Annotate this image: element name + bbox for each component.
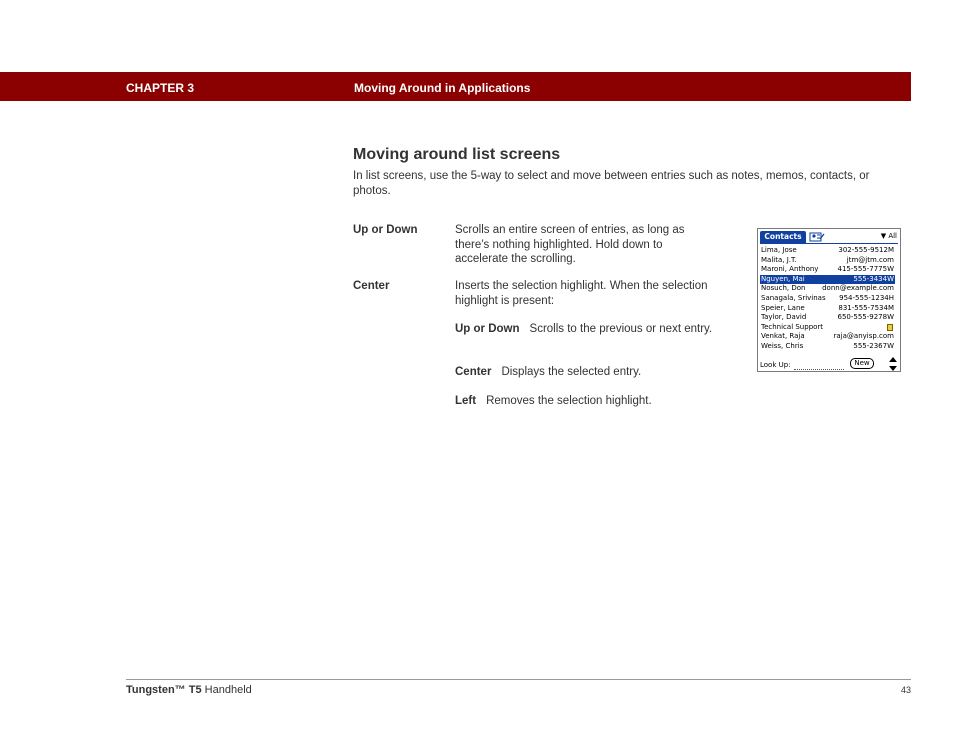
subitem-center: Center Displays the selected entry. xyxy=(455,365,715,380)
contact-detail: raja@anyisp.com xyxy=(833,332,894,341)
subitem-desc: Displays the selected entry. xyxy=(501,366,642,378)
contact-detail: 555-2367W xyxy=(853,342,894,350)
subitem-left: Left Removes the selection highlight. xyxy=(455,394,715,409)
contact-detail: 954-555-1234H xyxy=(839,294,894,302)
contact-name: Maroni, Anthony xyxy=(761,265,819,274)
term-up-or-down: Up or Down xyxy=(353,224,418,236)
contact-name: Lima, Jose xyxy=(761,246,797,254)
contact-row: Taylor, David 650-555-9278W xyxy=(760,313,895,323)
contact-row: Technical Support xyxy=(760,323,895,333)
contact-name: Nguyen, Mai xyxy=(761,274,805,283)
contact-detail: 650-555-9278W xyxy=(837,313,894,322)
desc-up-or-down: Scrolls an entire screen of entries, as … xyxy=(455,224,685,265)
subitem-term: Left xyxy=(455,395,477,407)
contact-name: Sanagala, Srivinas xyxy=(761,294,826,302)
subitem-term: Center xyxy=(455,366,492,378)
contact-name: Nosuch, Don xyxy=(761,284,806,293)
chapter-title: Moving Around in Applications xyxy=(354,81,531,95)
contact-name: Weiss, Chris xyxy=(761,342,804,350)
contact-name: Technical Support xyxy=(761,322,824,331)
term-center: Center xyxy=(353,280,390,292)
contact-name: Venkat, Raja xyxy=(761,332,805,341)
contact-row: Nguyen, Mai 555-3434W xyxy=(760,274,895,285)
section-title: Moving around list screens xyxy=(353,146,561,163)
contact-name: Speier, Lane xyxy=(761,303,805,312)
lookup-field xyxy=(794,369,844,370)
contact-detail: 302-555-9512M xyxy=(838,246,894,254)
contact-detail: 555-3434W xyxy=(853,274,894,283)
contact-detail: 415-555-7775W xyxy=(837,265,894,274)
intro-paragraph: In list screens, use the 5-way to select… xyxy=(353,170,870,197)
contact-row: Nosuch, Don donn@example.com xyxy=(760,284,895,294)
chapter-header-bar: CHAPTER 3 Moving Around in Applications xyxy=(0,72,911,101)
contacts-tab: Contacts xyxy=(760,231,806,243)
contact-row: Lima, Jose 302-555-9512M xyxy=(760,246,895,256)
contact-row: Malita, J.T. jtm@jtm.com xyxy=(760,256,895,266)
note-icon xyxy=(887,323,893,331)
contact-row: Venkat, Raja raja@anyisp.com xyxy=(760,332,895,342)
page-number: 43 xyxy=(900,685,911,695)
contact-detail: donn@example.com xyxy=(822,284,894,293)
contact-row: Sanagala, Srivinas 954-555-1234H xyxy=(760,294,895,304)
subitem-desc: Scrolls to the previous or next entry. xyxy=(529,323,713,335)
lookup-label: Look Up: xyxy=(760,361,791,369)
category-dropdown: ▼ All xyxy=(881,232,897,240)
contact-name: Malita, J.T. xyxy=(761,255,797,264)
dropdown-arrow-icon: ▼ xyxy=(880,232,887,240)
contact-card-icon xyxy=(809,232,825,242)
contact-detail: jtm@jtm.com xyxy=(846,255,894,264)
scroll-arrows-icon xyxy=(889,357,897,371)
footer-brand: Tungsten™ xyxy=(126,684,186,696)
category-label: All xyxy=(888,232,897,240)
contact-row: Speier, Lane 831-555-7534M xyxy=(760,304,895,314)
new-button: New xyxy=(850,358,874,369)
chapter-label: CHAPTER 3 xyxy=(126,81,195,95)
footer-product: Tungsten™ T5 Handheld xyxy=(126,684,252,696)
contact-detail: 831-555-7534M xyxy=(838,303,894,312)
contact-row: Maroni, Anthony 415-555-7775W xyxy=(760,265,895,275)
subitem-term: Up or Down xyxy=(455,323,520,335)
title-divider xyxy=(760,243,898,244)
footer-suffix: Handheld xyxy=(204,684,252,696)
footer-model: T5 xyxy=(188,684,202,696)
contacts-screenshot: Contacts ▼ All Lima, Jose 302-555-9512M Ma… xyxy=(757,228,901,372)
contact-row: Weiss, Chris 555-2367W xyxy=(760,342,895,352)
subitem-desc: Removes the selection highlight. xyxy=(486,395,652,407)
footer-divider xyxy=(126,679,911,680)
contact-name: Taylor, David xyxy=(761,313,807,322)
desc-center: Inserts the selection highlight. When th… xyxy=(455,280,708,307)
subitem-up-or-down: Up or Down Scrolls to the previous or nex… xyxy=(455,322,715,337)
